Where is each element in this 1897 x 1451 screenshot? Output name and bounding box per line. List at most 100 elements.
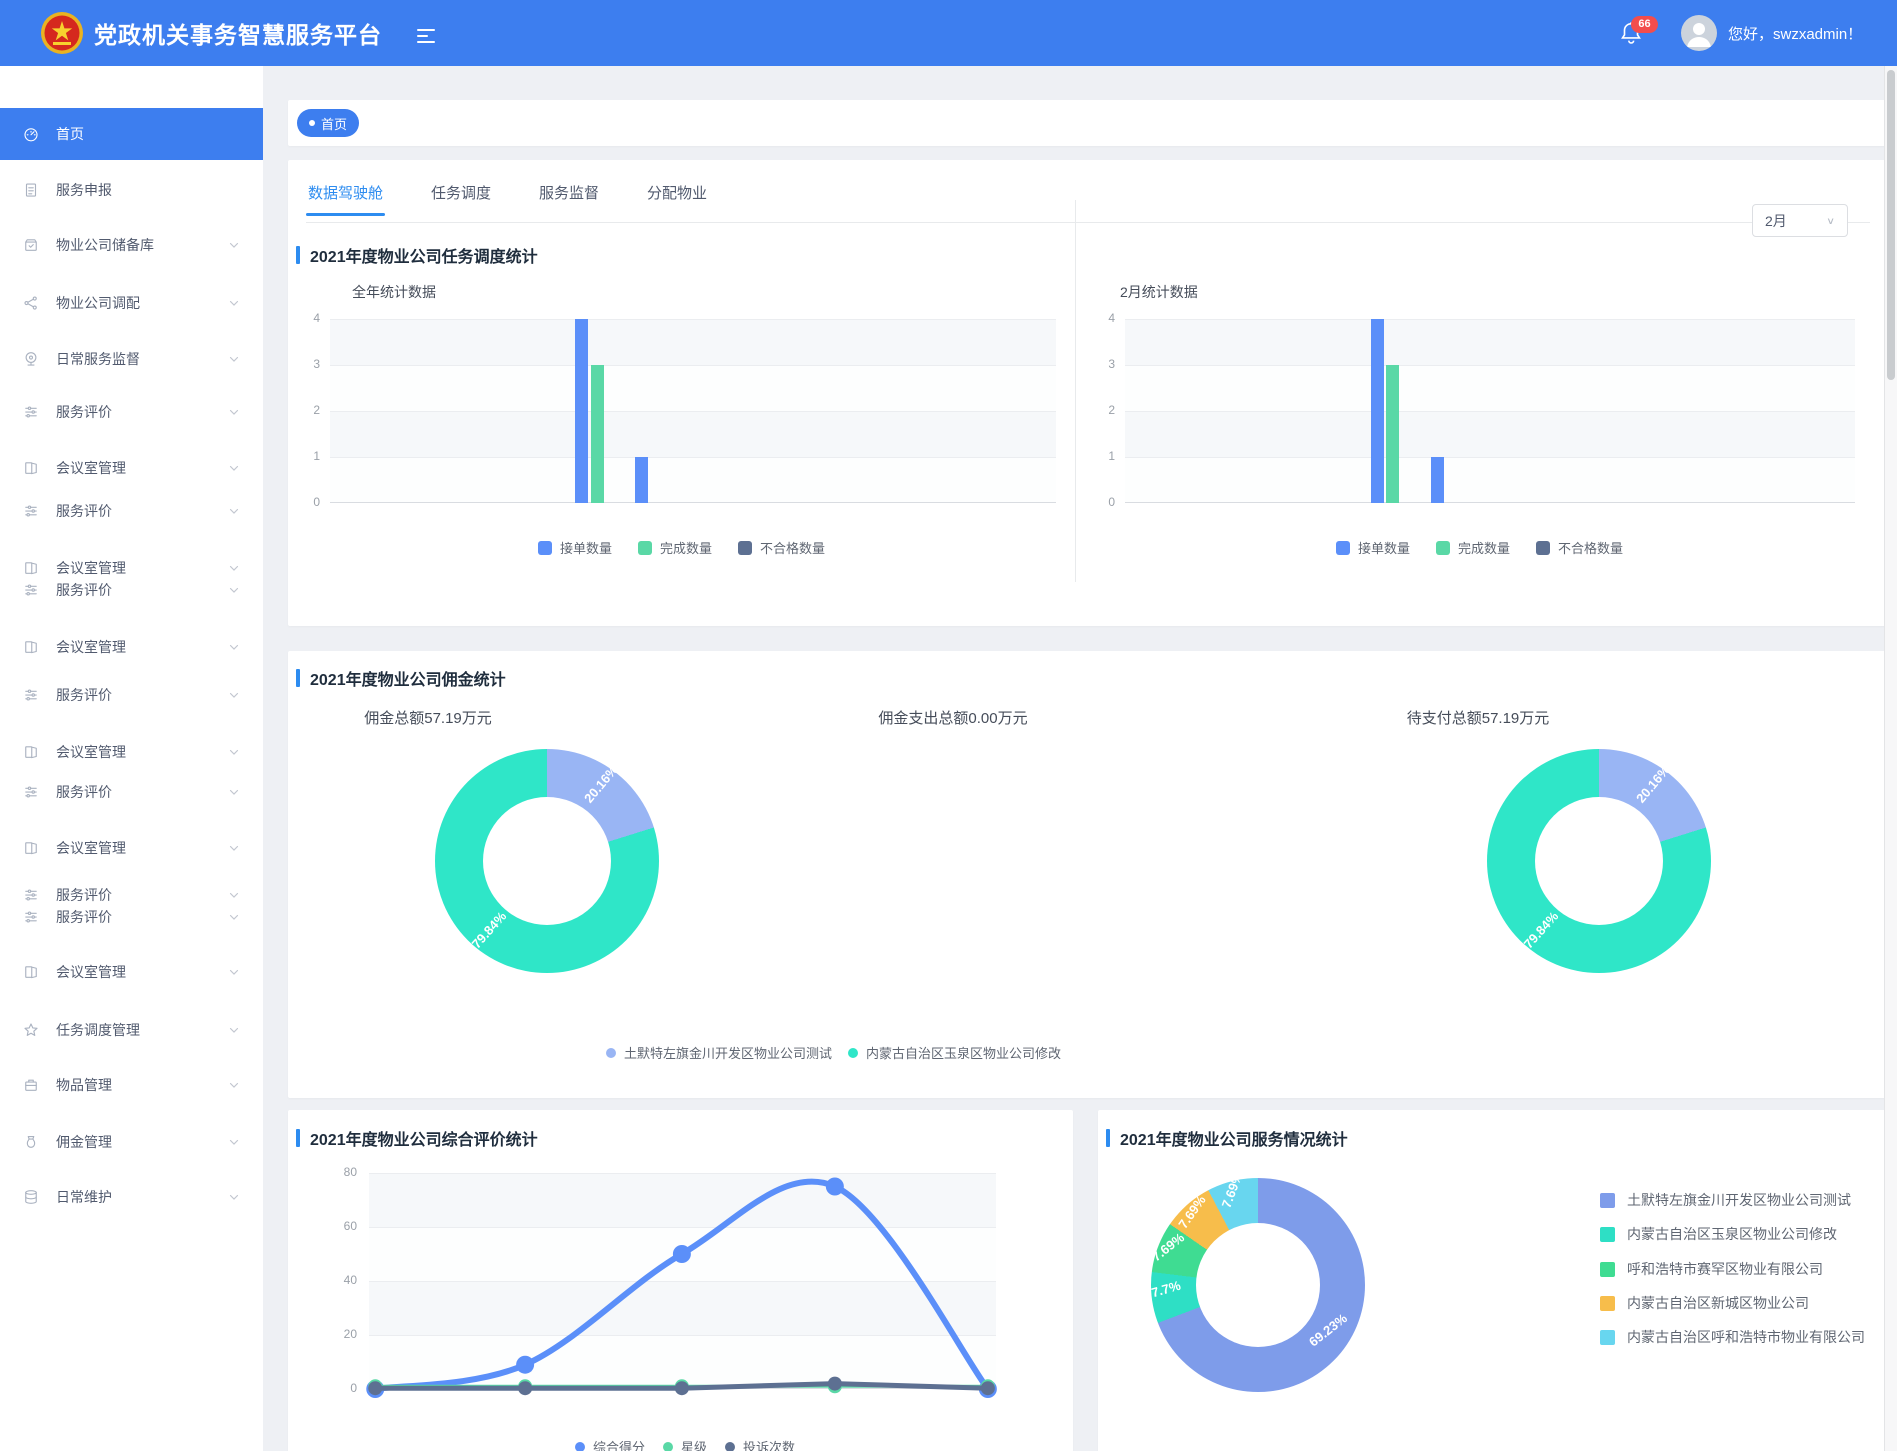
service-legend-item-土默特左旗金川开发区物业公司测试[interactable]: 土默特左旗金川开发区物业公司测试: [1600, 1190, 1851, 1210]
gridline: [330, 502, 1056, 503]
legend-label: 完成数量: [1458, 538, 1510, 557]
scrollbar-thumb[interactable]: [1887, 70, 1895, 380]
sidebar-item-1-服务申报[interactable]: 服务申报: [0, 168, 263, 212]
bar-完成数量-3[interactable]: [591, 365, 604, 503]
legend-item-接单数量[interactable]: 接单数量: [538, 538, 612, 557]
chevron-down-icon: ∨: [1826, 215, 1835, 226]
share-icon: [22, 294, 40, 312]
sidebar-item-label: 会议室管理: [56, 458, 126, 478]
bar-接单数量-1[interactable]: [1431, 457, 1444, 503]
sidebar-item-17-会议室管理[interactable]: 会议室管理: [0, 950, 263, 994]
app-header: 党政机关事务智慧服务平台 66 您好，swzxadmin！: [0, 0, 1897, 66]
gridline: [330, 319, 1056, 320]
legend-item-完成数量[interactable]: 完成数量: [1436, 538, 1510, 557]
legend-swatch: [1336, 541, 1350, 555]
service-legend-item-内蒙古自治区呼和浩特市物业有限公司[interactable]: 内蒙古自治区呼和浩特市物业有限公司: [1600, 1327, 1865, 1347]
legend-item-土默特左旗金川开发区物业公司测试[interactable]: 土默特左旗金川开发区物业公司测试: [606, 1043, 832, 1062]
chevron-down-icon: [228, 689, 240, 701]
notification-bell[interactable]: 66: [1618, 20, 1648, 50]
breadcrumb: 首页: [288, 100, 1888, 146]
service-legend-item-呼和浩特市赛罕区物业有限公司[interactable]: 呼和浩特市赛罕区物业有限公司: [1600, 1259, 1823, 1279]
sidebar-item-16-服务评价[interactable]: 服务评价: [0, 895, 263, 939]
chevron-down-icon: [228, 1136, 240, 1148]
sidebar-item-0-首页[interactable]: 首页: [0, 108, 263, 160]
sidebar-item-label: 服务申报: [56, 180, 112, 200]
gridline: [330, 365, 1056, 366]
sidebar-item-14-会议室管理[interactable]: 会议室管理: [0, 826, 263, 870]
legend-item-不合格数量[interactable]: 不合格数量: [1536, 538, 1623, 557]
service-card: 2021年度物业公司服务情况统计 69.23%7.7%7.69%7.69%7.6…: [1098, 1110, 1888, 1451]
plot-band: [1125, 411, 1855, 457]
sidebar-item-7-服务评价[interactable]: 服务评价: [0, 489, 263, 533]
national-emblem-logo: [40, 11, 84, 55]
legend-swatch: [1600, 1330, 1615, 1345]
sidebar-item-4-日常服务监督[interactable]: 日常服务监督: [0, 337, 263, 381]
service-legend-item-内蒙古自治区玉泉区物业公司修改[interactable]: 内蒙古自治区玉泉区物业公司修改: [1600, 1224, 1837, 1244]
sidebar-item-2-物业公司储备库[interactable]: 物业公司储备库: [0, 223, 263, 267]
sidebar-item-20-佣金管理[interactable]: 佣金管理: [0, 1120, 263, 1164]
legend-label: 呼和浩特市赛罕区物业有限公司: [1627, 1259, 1823, 1279]
commission-title: 2021年度物业公司佣金统计: [296, 666, 506, 690]
legend-item-内蒙古自治区玉泉区物业公司修改[interactable]: 内蒙古自治区玉泉区物业公司修改: [848, 1043, 1061, 1062]
sidebar-item-3-物业公司调配[interactable]: 物业公司调配: [0, 281, 263, 325]
sidebar-item-5-服务评价[interactable]: 服务评价: [0, 390, 263, 434]
chart-divider: [1075, 200, 1076, 582]
sidebar-item-10-会议室管理[interactable]: 会议室管理: [0, 625, 263, 669]
chevron-down-icon: [228, 584, 240, 596]
title-accent-bar: [1106, 1129, 1110, 1147]
y-axis-tick: 80: [329, 1165, 357, 1179]
sliders-icon: [22, 686, 40, 704]
gridline: [1125, 365, 1855, 366]
sidebar-item-18-任务调度管理[interactable]: 任务调度管理: [0, 1008, 263, 1052]
sidebar-item-11-服务评价[interactable]: 服务评价: [0, 673, 263, 717]
tab-分配物业[interactable]: 分配物业: [645, 176, 709, 216]
evaluation-title: 2021年度物业公司综合评价统计: [296, 1126, 538, 1150]
legend-label: 内蒙古自治区新城区物业公司: [1627, 1293, 1809, 1313]
plot-band: [330, 319, 1056, 365]
bar-接单数量-1[interactable]: [635, 457, 648, 503]
chevron-down-icon: [228, 641, 240, 653]
sidebar-item-9-服务评价[interactable]: 服务评价: [0, 568, 263, 612]
monitor-icon: [22, 350, 40, 368]
archive-icon: [22, 236, 40, 254]
sidebar-item-12-会议室管理[interactable]: 会议室管理: [0, 730, 263, 774]
sidebar-item-label: 服务评价: [56, 501, 112, 521]
bar-接单数量-4[interactable]: [1371, 319, 1384, 503]
door-icon: [22, 743, 40, 761]
legend-label: 接单数量: [560, 538, 612, 557]
page-scrollbar[interactable]: [1884, 0, 1897, 1451]
sidebar: 首页 服务申报 物业公司储备库 物业公司调配 日常服务监督 服务评价 会议室管理: [0, 66, 263, 1451]
legend-item-接单数量[interactable]: 接单数量: [1336, 538, 1410, 557]
dashboard-tabs: 数据驾驶舱 任务调度 服务监督 分配物业: [306, 176, 1870, 223]
plot-band: [330, 457, 1056, 503]
tab-任务调度[interactable]: 任务调度: [429, 176, 493, 216]
sidebar-item-21-日常维护[interactable]: 日常维护: [0, 1175, 263, 1219]
legend-swatch: [848, 1048, 858, 1058]
sidebar-item-label: 物品管理: [56, 1075, 112, 1095]
sidebar-item-13-服务评价[interactable]: 服务评价: [0, 770, 263, 814]
tab-服务监督[interactable]: 服务监督: [537, 176, 601, 216]
legend-swatch: [575, 1442, 585, 1451]
user-avatar[interactable]: [1681, 15, 1717, 51]
sidebar-item-6-会议室管理[interactable]: 会议室管理: [0, 446, 263, 490]
sidebar-item-label: 会议室管理: [56, 838, 126, 858]
sidebar-item-label: 服务评价: [56, 402, 112, 422]
service-legend-item-内蒙古自治区新城区物业公司[interactable]: 内蒙古自治区新城区物业公司: [1600, 1293, 1809, 1313]
sidebar-item-19-物品管理[interactable]: 物品管理: [0, 1063, 263, 1107]
chevron-down-icon: [228, 239, 240, 251]
legend-item-不合格数量[interactable]: 不合格数量: [738, 538, 825, 557]
legend-item-综合得分[interactable]: 综合得分: [575, 1437, 645, 1451]
legend-swatch: [538, 541, 552, 555]
tab-数据驾驶舱[interactable]: 数据驾驶舱: [306, 176, 385, 216]
bar-完成数量-3[interactable]: [1386, 365, 1399, 503]
y-axis-tick: 0: [292, 495, 320, 509]
y-axis-tick: 40: [329, 1273, 357, 1287]
legend-item-完成数量[interactable]: 完成数量: [638, 538, 712, 557]
bar-接单数量-4[interactable]: [575, 319, 588, 503]
month-select[interactable]: 2月 ∨: [1752, 204, 1848, 237]
menu-fold-icon[interactable]: [417, 25, 435, 41]
breadcrumb-home-tag[interactable]: 首页: [297, 109, 359, 137]
door-icon: [22, 839, 40, 857]
legend-item-投诉次数[interactable]: 投诉次数: [725, 1437, 795, 1451]
legend-item-星级[interactable]: 星级: [663, 1437, 707, 1451]
